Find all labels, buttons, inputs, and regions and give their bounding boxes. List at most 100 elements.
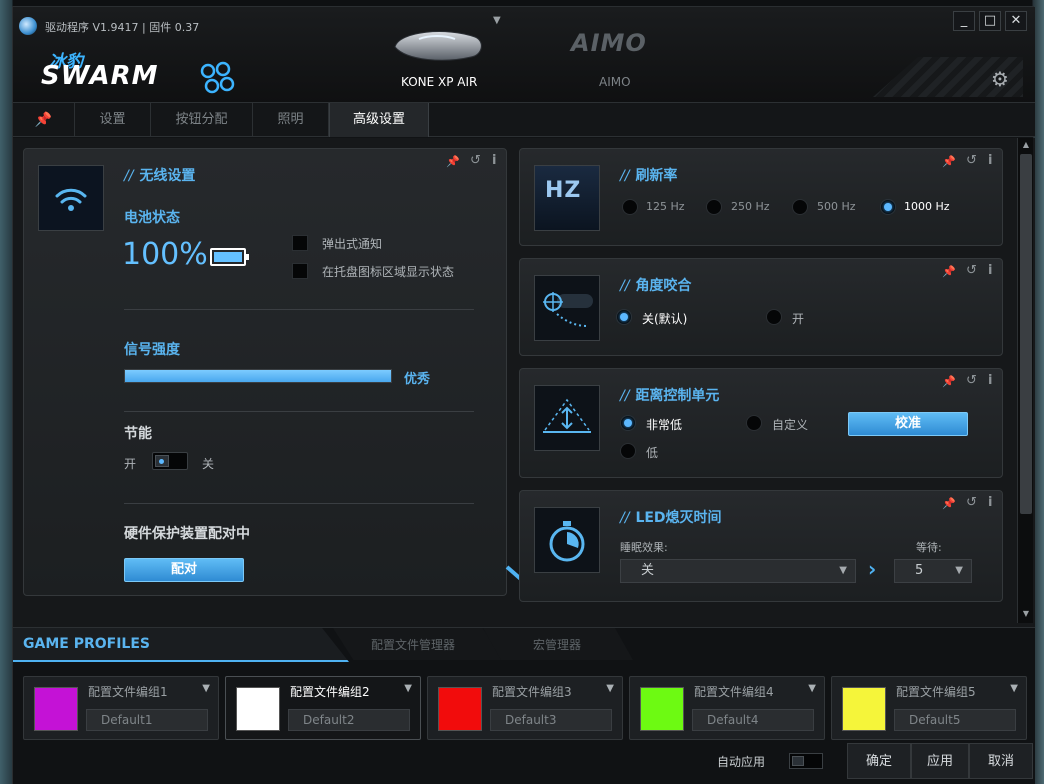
- profile-color-swatch[interactable]: [34, 687, 78, 731]
- logo-main: SWARM: [41, 61, 159, 91]
- panel-pin-icon[interactable]: 📌: [446, 155, 460, 168]
- auto-apply-toggle[interactable]: [789, 753, 823, 769]
- tab-button-assignment[interactable]: 按钮分配: [151, 103, 253, 137]
- angle-off-radio[interactable]: [616, 309, 632, 325]
- lod-very-low-radio[interactable]: [620, 415, 636, 431]
- panel-reset-icon[interactable]: ↺: [966, 495, 977, 510]
- polling-1000-radio[interactable]: [880, 199, 896, 215]
- chevron-down-icon: ▼: [839, 565, 847, 576]
- chevron-down-icon[interactable]: ▼: [606, 683, 614, 694]
- panel-reset-icon[interactable]: ↺: [966, 153, 977, 168]
- panel-info-icon[interactable]: i: [988, 153, 992, 168]
- panel-pin-icon[interactable]: 📌: [942, 375, 956, 388]
- panel-info-icon[interactable]: i: [988, 263, 992, 278]
- content-scrollbar[interactable]: ▲ ▼: [1017, 138, 1033, 623]
- panel-pin-icon[interactable]: 📌: [942, 155, 956, 168]
- panel-info-icon[interactable]: i: [988, 495, 992, 510]
- lod-low-radio[interactable]: [620, 443, 636, 459]
- device-label: KONE XP AIR: [401, 75, 478, 89]
- angle-off-label: 关(默认): [642, 312, 688, 326]
- profile-slot[interactable]: 配置文件编组3 ▼ Default3: [427, 676, 623, 740]
- profile-color-swatch[interactable]: [236, 687, 280, 731]
- lod-custom-radio[interactable]: [746, 415, 762, 431]
- lod-very-low-label: 非常低: [646, 418, 683, 432]
- angle-thumbnail: [534, 275, 600, 341]
- device-kone-xp-air[interactable]: KONE XP AIR: [383, 7, 493, 103]
- sleep-effect-label: 睡眠效果:: [620, 541, 668, 554]
- profile-slot[interactable]: 配置文件编组4 ▼ Default4: [629, 676, 825, 740]
- tab-game-profiles[interactable]: GAME PROFILES: [13, 628, 349, 662]
- apply-button[interactable]: 应用: [911, 743, 969, 779]
- chevron-down-icon[interactable]: ▼: [1010, 683, 1018, 694]
- polling-250-radio[interactable]: [706, 199, 722, 215]
- wait-select[interactable]: 5 ▼: [894, 559, 972, 583]
- settings-gear-icon[interactable]: ⚙: [991, 67, 1009, 91]
- power-save-toggle[interactable]: [152, 452, 188, 470]
- profile-name-field[interactable]: Default1: [86, 709, 208, 731]
- logo: 冰豹 SWARM: [41, 47, 241, 97]
- panel-info-icon[interactable]: i: [492, 153, 496, 168]
- tray-status-checkbox[interactable]: [292, 263, 308, 279]
- close-button[interactable]: ✕: [1005, 11, 1027, 31]
- device-dropdown-caret-icon[interactable]: ▼: [493, 15, 501, 26]
- signal-label: 信号强度: [124, 342, 180, 358]
- profile-color-swatch[interactable]: [438, 687, 482, 731]
- tab-settings[interactable]: 设置: [75, 103, 151, 137]
- chevron-down-icon[interactable]: ▼: [202, 683, 210, 694]
- lod-low-label: 低: [646, 446, 659, 460]
- distance-icon: [535, 386, 599, 450]
- tray-status-label: 在托盘图标区域显示状态: [322, 265, 455, 279]
- main-window: 驱动程序 V1.9417 | 固件 0.37 冰豹 SWARM KONE XP …: [12, 6, 1035, 784]
- scroll-up-icon[interactable]: ▲: [1020, 140, 1032, 152]
- tab-macro-manager[interactable]: 宏管理器: [483, 628, 633, 660]
- signal-bar: [124, 369, 392, 383]
- device-aimo[interactable]: AIMO AIMO: [565, 27, 665, 103]
- panel-reset-icon[interactable]: ↺: [966, 263, 977, 278]
- popup-notify-checkbox[interactable]: [292, 235, 308, 251]
- toggle-knob: [792, 756, 804, 766]
- panel-pin-icon[interactable]: 📌: [942, 497, 956, 510]
- tab-lighting[interactable]: 照明: [253, 103, 329, 137]
- cancel-button[interactable]: 取消: [969, 743, 1033, 779]
- ok-button[interactable]: 确定: [847, 743, 911, 779]
- panel-pin-icon[interactable]: 📌: [942, 265, 956, 278]
- tab-pin[interactable]: 📌: [13, 103, 75, 137]
- polling-125-label: 125 Hz: [646, 200, 685, 213]
- panel-reset-icon[interactable]: ↺: [966, 373, 977, 388]
- angle-snapping-panel: //角度咬合 📌 ↺ i 关(默认) 开: [519, 258, 1003, 356]
- scrollbar-thumb[interactable]: [1020, 154, 1032, 514]
- profile-name-field[interactable]: Default4: [692, 709, 814, 731]
- pin-icon: 📌: [34, 112, 53, 128]
- title-bar: 驱动程序 V1.9417 | 固件 0.37 冰豹 SWARM KONE XP …: [13, 7, 1035, 103]
- pairing-label: 硬件保护装置配对中: [124, 526, 250, 542]
- maximize-button[interactable]: □: [979, 11, 1001, 31]
- panel-reset-icon[interactable]: ↺: [470, 153, 481, 168]
- chevron-down-icon[interactable]: ▼: [808, 683, 816, 694]
- panel-info-icon[interactable]: i: [988, 373, 992, 388]
- angle-on-radio[interactable]: [766, 309, 782, 325]
- mouse-icon: [394, 31, 482, 61]
- profile-name-field[interactable]: Default3: [490, 709, 612, 731]
- profile-name-field[interactable]: Default5: [894, 709, 1016, 731]
- profile-color-swatch[interactable]: [640, 687, 684, 731]
- app-window-frame: 驱动程序 V1.9417 | 固件 0.37 冰豹 SWARM KONE XP …: [0, 0, 1044, 784]
- battery-icon: [210, 248, 249, 266]
- minimize-button[interactable]: _: [953, 11, 975, 31]
- polling-rate-panel: HZ //刷新率 📌 ↺ i 125 Hz 250 Hz 500 Hz 1000…: [519, 148, 1003, 246]
- profile-slot[interactable]: 配置文件编组5 ▼ Default5: [831, 676, 1027, 740]
- polling-125-radio[interactable]: [622, 199, 638, 215]
- tab-advanced-settings[interactable]: 高级设置: [329, 103, 429, 137]
- chevron-down-icon[interactable]: ▼: [404, 683, 412, 694]
- polling-500-radio[interactable]: [792, 199, 808, 215]
- pair-button[interactable]: 配对: [124, 558, 244, 582]
- scroll-down-icon[interactable]: ▼: [1020, 609, 1032, 621]
- calibrate-button[interactable]: 校准: [848, 412, 968, 436]
- tab-profile-manager[interactable]: 配置文件管理器: [333, 628, 503, 660]
- battery-value: 100%: [122, 237, 208, 272]
- sleep-effect-select[interactable]: 关 ▼: [620, 559, 856, 583]
- profile-slot[interactable]: 配置文件编组2 ▼ Default2: [225, 676, 421, 740]
- power-save-off-label: 关: [202, 457, 215, 471]
- profile-name-field[interactable]: Default2: [288, 709, 410, 731]
- profile-color-swatch[interactable]: [842, 687, 886, 731]
- profile-slot[interactable]: 配置文件编组1 ▼ Default1: [23, 676, 219, 740]
